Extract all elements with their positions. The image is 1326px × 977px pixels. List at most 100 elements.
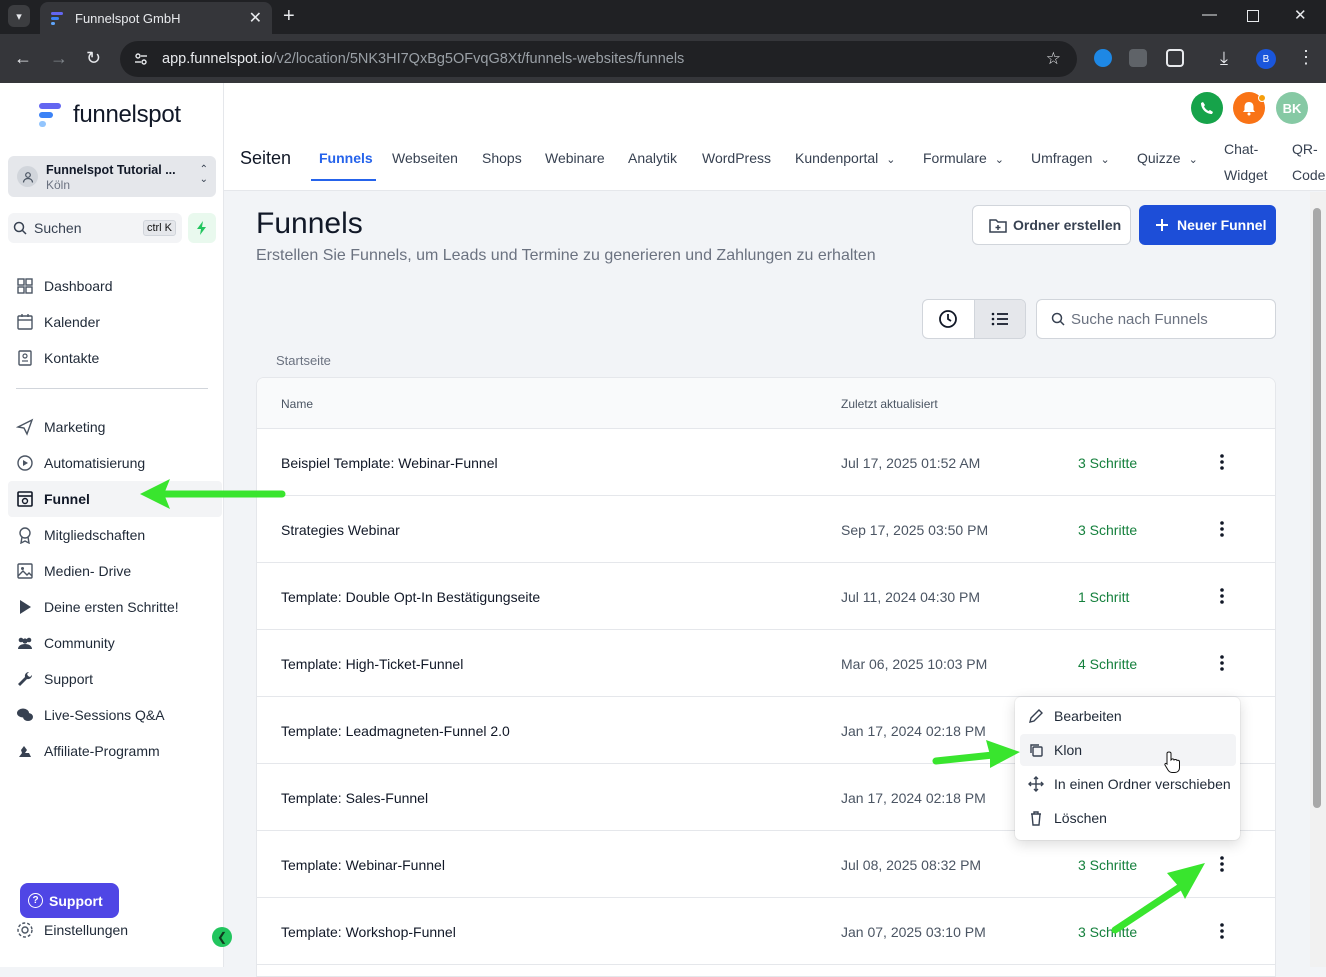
more-options-icon[interactable]: [1211, 920, 1233, 942]
funnel-steps[interactable]: 1 Schritt: [1078, 589, 1129, 605]
sidebar-item-kalender[interactable]: Kalender: [8, 304, 222, 340]
tab-webinare[interactable]: Webinare: [545, 150, 605, 166]
phone-button[interactable]: [1191, 92, 1223, 124]
funnel-name[interactable]: Template: High-Ticket-Funnel: [281, 656, 463, 672]
sidebar-search[interactable]: Suchen ctrl K: [8, 213, 182, 243]
back-icon[interactable]: ←: [14, 48, 32, 69]
table-row[interactable]: Template: Double Opt-In Bestätigungseite…: [257, 563, 1275, 630]
funnel-steps[interactable]: 4 Schritte: [1078, 656, 1137, 672]
sidebar-item-settings[interactable]: Einstellungen: [16, 921, 128, 939]
menu-item-löschen[interactable]: Löschen: [1020, 802, 1236, 834]
extension-icon[interactable]: [1094, 49, 1112, 67]
funnel-steps[interactable]: 3 Schritte: [1078, 455, 1137, 471]
funnel-name[interactable]: Strategies Webinar: [281, 522, 400, 538]
more-options-icon[interactable]: [1211, 451, 1233, 473]
window-close-icon[interactable]: ✕: [1294, 6, 1307, 24]
browser-tab[interactable]: Funnelspot GmbH ✕: [40, 2, 272, 34]
funnel-steps[interactable]: 3 Schritte: [1078, 522, 1137, 538]
sidebar-item-mitgliedschaften[interactable]: Mitgliedschaften: [8, 517, 222, 553]
sidebar-item-kontakte[interactable]: Kontakte: [8, 340, 222, 376]
sidebar-divider: [16, 388, 208, 389]
profile-avatar[interactable]: B: [1256, 49, 1276, 69]
breadcrumb[interactable]: Startseite: [276, 353, 331, 368]
browser-menu-icon[interactable]: ⋮: [1297, 47, 1315, 68]
funnel-name[interactable]: Template: Sales-Funnel: [281, 790, 428, 806]
sidebar-item-live-sessions-q-a[interactable]: Live-Sessions Q&A: [8, 697, 222, 733]
table-row[interactable]: Template: High-Ticket-Funnel Mar 06, 2025…: [257, 630, 1275, 697]
funnel-search[interactable]: [1036, 299, 1276, 339]
more-options-icon[interactable]: [1211, 585, 1233, 607]
user-avatar[interactable]: BK: [1276, 92, 1308, 124]
extensions-puzzle-icon[interactable]: [1166, 49, 1184, 67]
sidebar-item-marketing[interactable]: Marketing: [8, 409, 222, 445]
tab-search-chevron-icon[interactable]: ▾: [8, 5, 30, 27]
forward-icon[interactable]: →: [50, 48, 68, 69]
tab-umfragen[interactable]: Umfragen ⌄: [1031, 150, 1110, 166]
more-options-icon[interactable]: [1211, 652, 1233, 674]
download-icon[interactable]: ⤓: [1220, 48, 1228, 69]
sidebar-item-support[interactable]: Support: [8, 661, 222, 697]
column-header-updated[interactable]: Zuletzt aktualisiert: [841, 397, 938, 411]
funnel-name[interactable]: Template: Double Opt-In Bestätigungseite: [281, 589, 540, 605]
tab-qr-code[interactable]: QR- Code: [1292, 136, 1325, 188]
code-extension-icon[interactable]: [1129, 49, 1147, 67]
logo[interactable]: funnelspot: [37, 101, 181, 129]
address-bar[interactable]: app.funnelspot.io/v2/location/5NK3HI7QxB…: [120, 41, 1077, 77]
funnel-steps[interactable]: 3 Schritte: [1078, 924, 1137, 940]
site-settings-icon[interactable]: [134, 52, 148, 66]
tab-quizze[interactable]: Quizze ⌄: [1137, 150, 1198, 166]
more-options-icon[interactable]: [1211, 518, 1233, 540]
tab-kundenportal[interactable]: Kundenportal ⌄: [795, 150, 896, 166]
table-row[interactable]: Beispiel Template: Webinar-Funnel Jul 17,…: [257, 429, 1275, 496]
new-funnel-button[interactable]: Neuer Funnel: [1139, 205, 1276, 245]
menu-item-in-einen-ordner-verschieben[interactable]: In einen Ordner verschieben: [1020, 768, 1236, 800]
recent-view-button[interactable]: [923, 300, 974, 338]
sidebar-item-affiliate-programm[interactable]: Affiliate-Programm: [8, 733, 222, 769]
tab-formulare[interactable]: Formulare ⌄: [923, 150, 1004, 166]
tab-webseiten[interactable]: Webseiten: [392, 150, 458, 166]
tab-wordpress[interactable]: WordPress: [702, 150, 771, 166]
tab-analytik[interactable]: Analytik: [628, 150, 677, 166]
funnel-name[interactable]: Template: Workshop-Funnel: [281, 924, 456, 940]
tab-label: WordPress: [702, 150, 771, 166]
table-row[interactable]: Template: Webinar-Funnel Jul 08, 2025 08:…: [257, 831, 1275, 898]
sidebar-item-automatisierung[interactable]: Automatisierung: [8, 445, 222, 481]
table-row[interactable]: Strategies Webinar Sep 17, 2025 03:50 PM 3…: [257, 496, 1275, 563]
bookmark-star-icon[interactable]: ☆: [1046, 49, 1061, 69]
sidebar-item-funnel[interactable]: Funnel: [8, 481, 222, 517]
funnel-name[interactable]: Template: Webinar-Funnel: [281, 857, 445, 873]
list-view-button[interactable]: [973, 300, 1025, 338]
new-tab-icon[interactable]: +: [283, 5, 295, 28]
sidebar-item-deine-ersten-schritte[interactable]: Deine ersten Schritte!: [8, 589, 222, 625]
table-row[interactable]: Template: Workshop-Funnel Jan 07, 2025 03…: [257, 898, 1275, 965]
column-header-name[interactable]: Name: [281, 397, 313, 411]
create-folder-button[interactable]: Ordner erstellen: [972, 205, 1131, 245]
funnel-search-input[interactable]: [1071, 310, 1261, 328]
minimize-icon[interactable]: —: [1202, 6, 1217, 23]
sidebar-item-dashboard[interactable]: Dashboard: [8, 268, 222, 304]
more-options-icon[interactable]: [1211, 853, 1233, 875]
reload-icon[interactable]: ↻: [86, 48, 101, 69]
menu-item-klon[interactable]: Klon: [1020, 734, 1236, 766]
support-button[interactable]: ? Support: [20, 883, 119, 918]
tab-chat-widget[interactable]: Chat- Widget: [1224, 136, 1268, 188]
clock-icon: [939, 310, 958, 328]
scrollbar-thumb[interactable]: [1313, 208, 1321, 808]
page-scrollbar[interactable]: [1310, 192, 1326, 967]
search-icon: [1051, 312, 1065, 326]
tab-shops[interactable]: Shops: [482, 150, 522, 166]
funnel-name[interactable]: Beispiel Template: Webinar-Funnel: [281, 455, 498, 471]
funnel-name[interactable]: Template: Leadmagneten-Funnel 2.0: [281, 723, 510, 739]
menu-item-bearbeiten[interactable]: Bearbeiten: [1020, 700, 1236, 732]
sidebar-item-community[interactable]: Community: [8, 625, 222, 661]
close-tab-icon[interactable]: ✕: [249, 8, 262, 28]
location-avatar-icon: [17, 166, 38, 187]
maximize-icon[interactable]: [1247, 10, 1259, 22]
settings-label: Einstellungen: [44, 922, 129, 938]
sidebar-item-medien-drive[interactable]: Medien- Drive: [8, 553, 222, 589]
quick-actions-button[interactable]: [188, 213, 216, 243]
funnel-steps[interactable]: 3 Schritte: [1078, 857, 1137, 873]
location-switcher[interactable]: Funnelspot Tutorial ... Köln ⌃ ⌄: [8, 156, 216, 197]
pencil-icon: [1029, 709, 1043, 723]
tab-funnels[interactable]: Funnels: [319, 150, 373, 166]
